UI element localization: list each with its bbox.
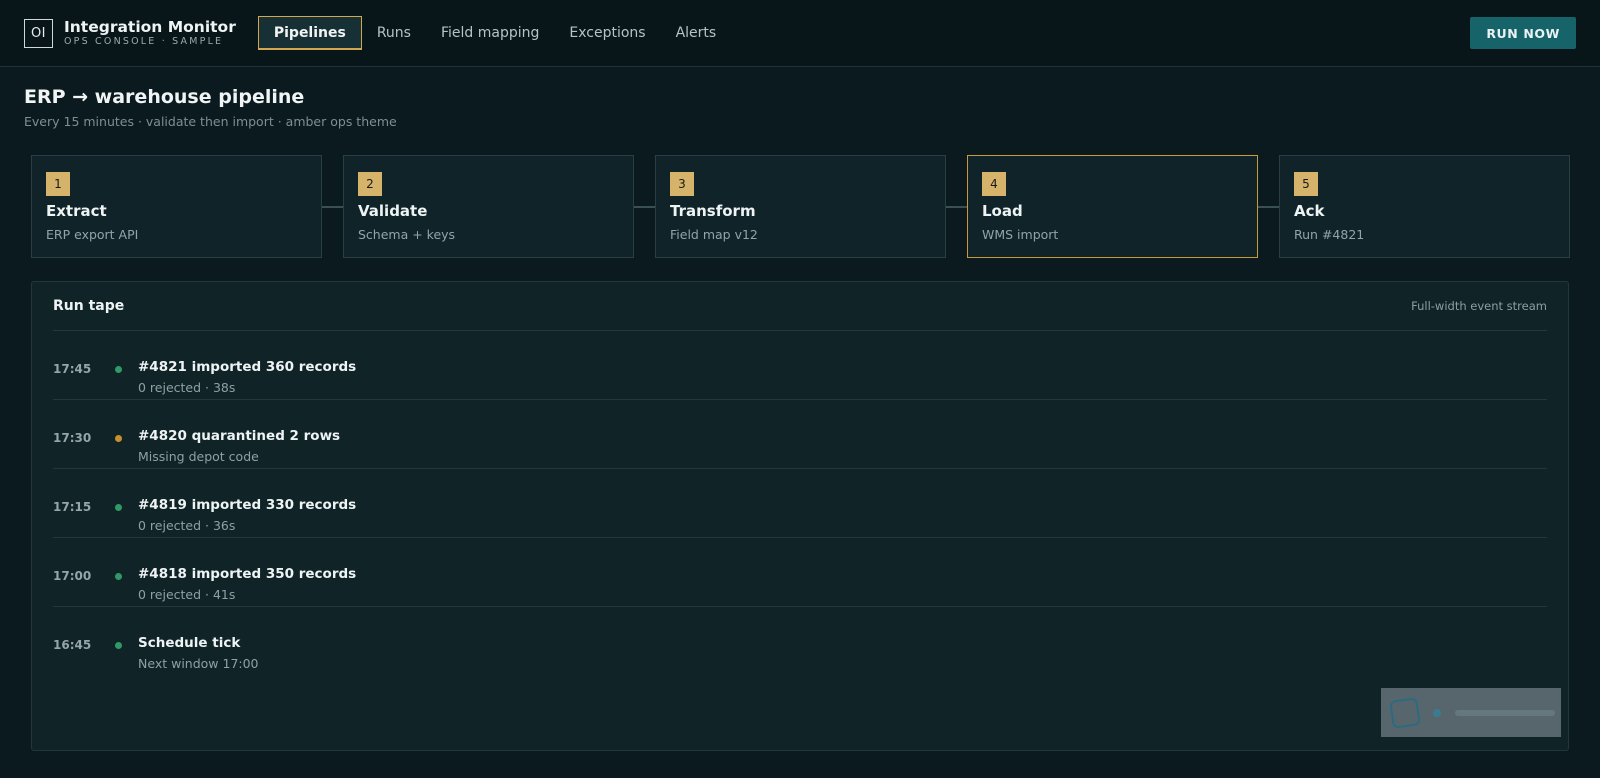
step-connector [322, 206, 343, 208]
step-number: 5 [1294, 172, 1318, 196]
nav-tab-exceptions[interactable]: Exceptions [554, 16, 660, 50]
event-detail: 0 rejected · 38s [138, 380, 236, 395]
event-title: #4818 imported 350 records [138, 566, 357, 582]
step-number: 2 [358, 172, 382, 196]
step-transform[interactable]: 3 Transform Field map v12 [655, 155, 946, 258]
step-description: Schema + keys [358, 227, 456, 242]
step-connector [946, 206, 967, 208]
step-validate[interactable]: 2 Validate Schema + keys [343, 155, 634, 258]
pipeline-steps: 1 Extract ERP export API 2 Validate Sche… [31, 155, 1570, 258]
step-number: 1 [46, 172, 70, 196]
step-extract[interactable]: 1 Extract ERP export API [31, 155, 322, 258]
step-title: Transform [670, 202, 756, 220]
nav-tab-field-mapping[interactable]: Field mapping [426, 16, 554, 50]
floating-widget[interactable] [1381, 688, 1561, 737]
run-tape-header: Run tape Full-width event stream [53, 282, 1547, 331]
step-description: Run #4821 [1294, 227, 1365, 242]
run-tape-panel: Run tape Full-width event stream 17:45 #… [31, 281, 1569, 751]
nav-tab-alerts[interactable]: Alerts [661, 16, 732, 50]
status-dot-warning [115, 435, 122, 442]
nav-tab-runs[interactable]: Runs [362, 16, 426, 50]
step-connector [1258, 206, 1279, 208]
step-ack[interactable]: 5 Ack Run #4821 [1279, 155, 1570, 258]
event-title: #4821 imported 360 records [138, 359, 357, 375]
top-bar: OI Integration Monitor OPS CONSOLE · SAM… [0, 0, 1600, 67]
step-description: Field map v12 [670, 227, 758, 242]
event-title: #4820 quarantined 2 rows [138, 428, 341, 444]
event-row[interactable]: 16:45 Schedule tick Next window 17:00 [53, 607, 1547, 676]
step-number: 4 [982, 172, 1006, 196]
event-title: Schedule tick [138, 635, 241, 651]
step-load[interactable]: 4 Load WMS import [967, 155, 1258, 258]
status-dot-success [115, 573, 122, 580]
event-time: 16:45 [53, 638, 92, 652]
event-title: #4819 imported 330 records [138, 497, 357, 513]
event-detail: Missing depot code [138, 449, 259, 464]
step-number: 3 [670, 172, 694, 196]
app-subtitle: OPS CONSOLE · SAMPLE [64, 36, 224, 47]
brand[interactable]: OI Integration Monitor OPS CONSOLE · SAM… [24, 18, 236, 48]
step-title: Ack [1294, 202, 1325, 220]
event-time: 17:45 [53, 362, 92, 376]
app-title: Integration Monitor [64, 18, 236, 36]
step-description: WMS import [982, 227, 1059, 242]
run-tape-note: Full-width event stream [1411, 299, 1547, 313]
event-time: 17:00 [53, 569, 92, 583]
main-nav: Pipelines Runs Field mapping Exceptions … [257, 0, 732, 67]
event-time: 17:15 [53, 500, 92, 514]
event-row[interactable]: 17:45 #4821 imported 360 records 0 rejec… [53, 331, 1547, 400]
status-dot-success [115, 366, 122, 373]
event-row[interactable]: 17:15 #4819 imported 330 records 0 rejec… [53, 469, 1547, 538]
step-title: Extract [46, 202, 107, 220]
event-time: 17:30 [53, 431, 92, 445]
status-dot-success [115, 504, 122, 511]
nav-tab-pipelines[interactable]: Pipelines [257, 16, 362, 50]
widget-status-icon [1433, 708, 1441, 717]
page-subtitle: Every 15 minutes · validate then import … [24, 114, 397, 129]
page-title: ERP → warehouse pipeline [24, 86, 305, 108]
run-tape-title: Run tape [53, 298, 125, 314]
step-title: Load [982, 202, 1023, 220]
run-now-button[interactable]: RUN NOW [1470, 17, 1576, 49]
event-detail: Next window 17:00 [138, 656, 259, 671]
widget-placeholder [1455, 709, 1555, 716]
event-detail: 0 rejected · 36s [138, 518, 236, 533]
event-row[interactable]: 17:30 #4820 quarantined 2 rows Missing d… [53, 400, 1547, 469]
step-description: ERP export API [46, 227, 139, 242]
step-connector [634, 206, 655, 208]
widget-icon [1389, 696, 1421, 729]
status-dot-success [115, 642, 122, 649]
event-detail: 0 rejected · 41s [138, 587, 236, 602]
step-title: Validate [358, 202, 428, 220]
event-row[interactable]: 17:00 #4818 imported 350 records 0 rejec… [53, 538, 1547, 607]
app-logo: OI [24, 18, 53, 48]
